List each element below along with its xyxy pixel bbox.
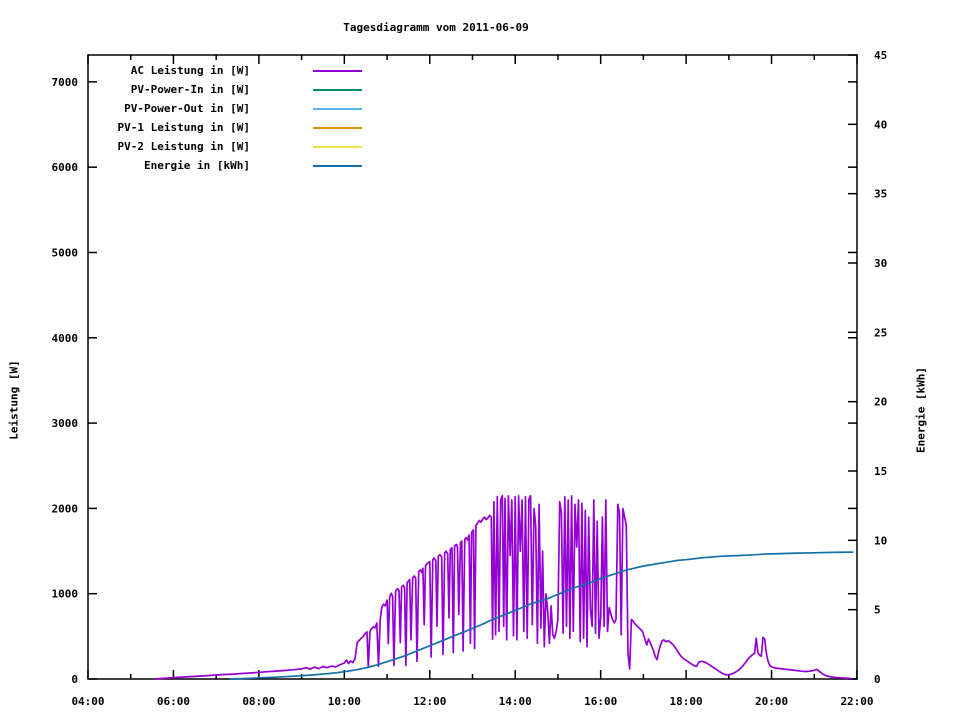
x-tick-label: 10:00 xyxy=(328,695,361,708)
y2-tick-label: 10 xyxy=(874,534,887,547)
y2-tick-label: 45 xyxy=(874,49,887,62)
y1-tick-label: 5000 xyxy=(52,246,79,259)
legend-label: AC Leistung in [W] xyxy=(130,64,250,77)
x-tick-label: 08:00 xyxy=(242,695,275,708)
legend: AC Leistung in [W] PV-Power-In in [W] PV-P… xyxy=(88,61,362,175)
y2-tick-label: 35 xyxy=(874,188,887,201)
legend-label: PV-Power-In in [W] xyxy=(130,83,250,96)
y2-tick-label: 15 xyxy=(874,465,887,478)
legend-line-sample xyxy=(313,69,362,72)
x-tick-label: 16:00 xyxy=(584,695,617,708)
legend-item: Energie in [kWh] xyxy=(88,156,362,175)
legend-label: Energie in [kWh] xyxy=(144,159,250,172)
legend-item: PV-1 Leistung in [W] xyxy=(88,118,362,137)
legend-label: PV-1 Leistung in [W] xyxy=(117,121,250,134)
y2-tick-label: 20 xyxy=(874,396,887,409)
y1-tick-label: 2000 xyxy=(52,502,79,515)
legend-line-sample xyxy=(313,126,362,129)
legend-item: PV-Power-Out in [W] xyxy=(88,99,362,118)
legend-item: AC Leistung in [W] xyxy=(88,61,362,80)
legend-item: PV-2 Leistung in [W] xyxy=(88,137,362,156)
x-tick-label: 04:00 xyxy=(71,695,104,708)
y1-tick-label: 7000 xyxy=(52,76,79,89)
legend-label: PV-2 Leistung in [W] xyxy=(117,140,250,153)
y1-tick-label: 1000 xyxy=(52,588,79,601)
series-ac-leistung xyxy=(154,494,853,680)
y2-tick-label: 30 xyxy=(874,257,887,270)
x-tick-label: 14:00 xyxy=(499,695,532,708)
legend-label: PV-Power-Out in [W] xyxy=(124,102,250,115)
legend-item: PV-Power-In in [W] xyxy=(88,80,362,99)
tagesdiagramm-screen: Tagesdiagramm vom 2011-06-09 Leistung [W… xyxy=(0,0,960,720)
y2-tick-label: 5 xyxy=(874,604,881,617)
legend-line-sample xyxy=(313,88,362,91)
y2-tick-label: 0 xyxy=(874,673,881,686)
y1-tick-label: 0 xyxy=(71,673,78,686)
x-tick-label: 06:00 xyxy=(157,695,190,708)
y2-tick-label: 40 xyxy=(874,118,887,131)
legend-line-sample xyxy=(313,145,362,148)
legend-line-sample xyxy=(313,107,362,110)
y1-tick-label: 3000 xyxy=(52,417,79,430)
y2-tick-label: 25 xyxy=(874,326,887,339)
x-tick-label: 22:00 xyxy=(840,695,873,708)
y1-tick-label: 6000 xyxy=(52,161,79,174)
legend-line-sample xyxy=(313,164,362,167)
x-tick-label: 20:00 xyxy=(755,695,788,708)
x-tick-label: 18:00 xyxy=(670,695,703,708)
x-tick-label: 12:00 xyxy=(413,695,446,708)
y1-tick-label: 4000 xyxy=(52,332,79,345)
